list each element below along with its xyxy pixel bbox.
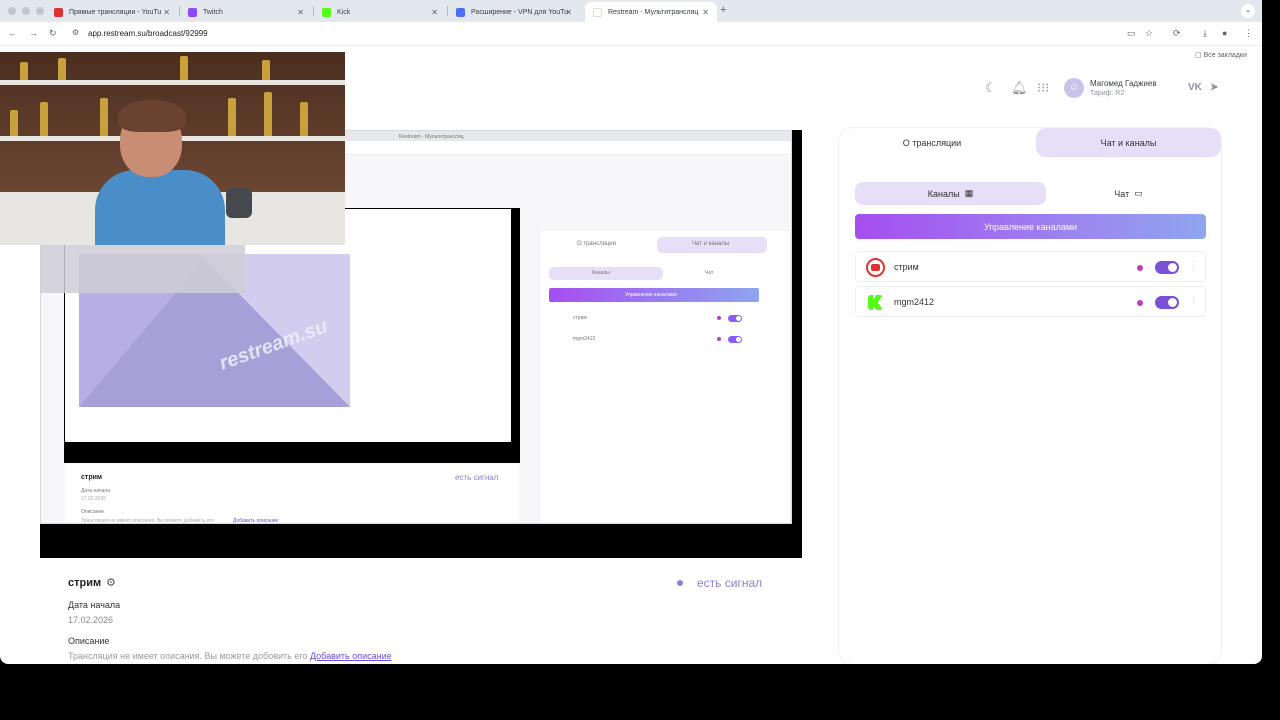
- vk-icon[interactable]: VK: [1188, 82, 1202, 93]
- subtab-chat[interactable]: Чат ▭: [1051, 182, 1206, 205]
- signal-status: есть сигнал: [697, 576, 763, 590]
- bell-icon[interactable]: 🔔︎: [1011, 80, 1028, 96]
- subtab-channels[interactable]: Каналы ▦: [855, 182, 1046, 205]
- webcam-video: [0, 52, 345, 245]
- browser-window: Прямые трансляции - YouTu ✕ Twitch ✕ Kic…: [0, 0, 1262, 664]
- webcam-echo: [40, 245, 245, 293]
- tab-vpn-extension[interactable]: Расширение - VPN для YouTu ✕: [448, 2, 580, 22]
- channel-row: mgm2412 ⋮: [855, 286, 1206, 317]
- add-description-link[interactable]: Добавить описание: [310, 651, 392, 661]
- telegram-icon[interactable]: ➤: [1210, 82, 1218, 93]
- forward-icon[interactable]: →: [29, 28, 38, 38]
- grid-icon: ▦: [964, 188, 974, 198]
- download-icon[interactable]: ⤓: [1203, 28, 1207, 39]
- youtube-icon: [866, 258, 885, 277]
- more-icon[interactable]: ⋮: [1189, 260, 1198, 271]
- live-dot: [1137, 300, 1143, 306]
- window-controls[interactable]: [8, 7, 44, 15]
- tab-title: Kick: [337, 8, 351, 16]
- back-icon[interactable]: ←: [8, 28, 17, 38]
- channel-row: стрим ⋮: [855, 251, 1206, 282]
- close-icon[interactable]: ✕: [431, 8, 438, 17]
- stream-title: стрим: [68, 577, 102, 589]
- tab-chat-channels[interactable]: Чат и каналы: [1036, 128, 1221, 157]
- start-date-value: 17.02.2026: [68, 615, 114, 625]
- reload-icon[interactable]: ↻: [49, 28, 57, 39]
- cast-icon[interactable]: ▭: [1127, 28, 1136, 39]
- tab-title: Twitch: [203, 8, 223, 16]
- user-plan: Тариф: R2: [1090, 90, 1125, 97]
- profile-icon[interactable]: ●: [1222, 28, 1227, 38]
- avatar[interactable]: ☺: [1064, 78, 1084, 98]
- user-name[interactable]: Магомед Гаджиев: [1090, 79, 1157, 88]
- close-icon[interactable]: ✕: [163, 8, 170, 17]
- tab-restream[interactable]: Restream - Мультитрансляц ✕: [585, 2, 717, 22]
- manage-channels-button[interactable]: Управление каналами: [855, 214, 1206, 239]
- chat-icon: ▭: [1134, 188, 1143, 198]
- star-icon[interactable]: ☆: [1145, 28, 1153, 39]
- channel-name: стрим: [894, 262, 919, 272]
- inner-right-panel: О трансляции Чат и каналы Каналы Чат Упр…: [541, 231, 789, 523]
- site-settings-icon[interactable]: ⚙: [72, 28, 79, 37]
- inner-stream-info: стрим есть сигнал Дата начала 17.02.2026…: [65, 464, 519, 523]
- address-bar[interactable]: ⚙ app.restream.su/broadcast/92999: [66, 25, 1166, 43]
- more-icon[interactable]: ⋮: [1189, 295, 1198, 306]
- start-date-label: Дата начала: [68, 600, 121, 610]
- url-text: app.restream.su/broadcast/92999: [88, 29, 208, 38]
- sync-icon[interactable]: ⟳: [1173, 28, 1181, 39]
- close-icon[interactable]: ✕: [565, 8, 572, 17]
- description-label: Описание: [68, 636, 110, 646]
- tab-title: Расширение - VPN для YouTu: [471, 8, 568, 16]
- inner-tab: Restream - Мультитрансляц: [399, 134, 464, 140]
- puzzle-icon: [456, 7, 465, 17]
- menu-icon[interactable]: ⋮: [1244, 28, 1253, 39]
- restream-icon: [593, 7, 602, 17]
- tab-about[interactable]: О трансляции: [843, 128, 1021, 157]
- channel-toggle[interactable]: [1155, 261, 1179, 274]
- close-icon[interactable]: ✕: [297, 8, 304, 17]
- signal-dot: [677, 580, 683, 586]
- live-dot: [1137, 265, 1143, 271]
- all-bookmarks[interactable]: ▢ Все закладки: [1195, 51, 1247, 59]
- close-icon[interactable]: ✕: [702, 8, 709, 17]
- youtube-icon: [54, 7, 63, 17]
- channel-toggle[interactable]: [1155, 296, 1179, 309]
- channel-name: mgm2412: [894, 297, 935, 307]
- kick-icon: [868, 295, 883, 310]
- tab-youtube[interactable]: Прямые трансляции - YouTu ✕: [46, 2, 178, 22]
- new-tab-icon[interactable]: +: [720, 4, 726, 16]
- moon-icon[interactable]: ☾: [985, 80, 997, 96]
- tab-kick[interactable]: Kick ✕: [314, 2, 446, 22]
- gear-icon[interactable]: ⚙: [106, 576, 116, 589]
- tab-title: Прямые трансляции - YouTu: [69, 8, 162, 16]
- tab-twitch[interactable]: Twitch ✕: [180, 2, 312, 22]
- right-panel: [839, 128, 1221, 664]
- description-text: Трансляция не имеет описания. Вы можете …: [68, 651, 392, 661]
- tab-strip: Прямые трансляции - YouTu ✕ Twitch ✕ Kic…: [0, 0, 1262, 22]
- chevron-down-icon[interactable]: ⌄: [1241, 4, 1255, 18]
- browser-toolbar: ← → ↻ ⚙ app.restream.su/broadcast/92999 …: [0, 22, 1262, 46]
- apps-grid-icon[interactable]: ⁝⁝⁝: [1037, 80, 1049, 96]
- tab-title: Restream - Мультитрансляц: [608, 8, 699, 16]
- kick-icon: [322, 7, 331, 17]
- twitch-icon: [188, 7, 197, 17]
